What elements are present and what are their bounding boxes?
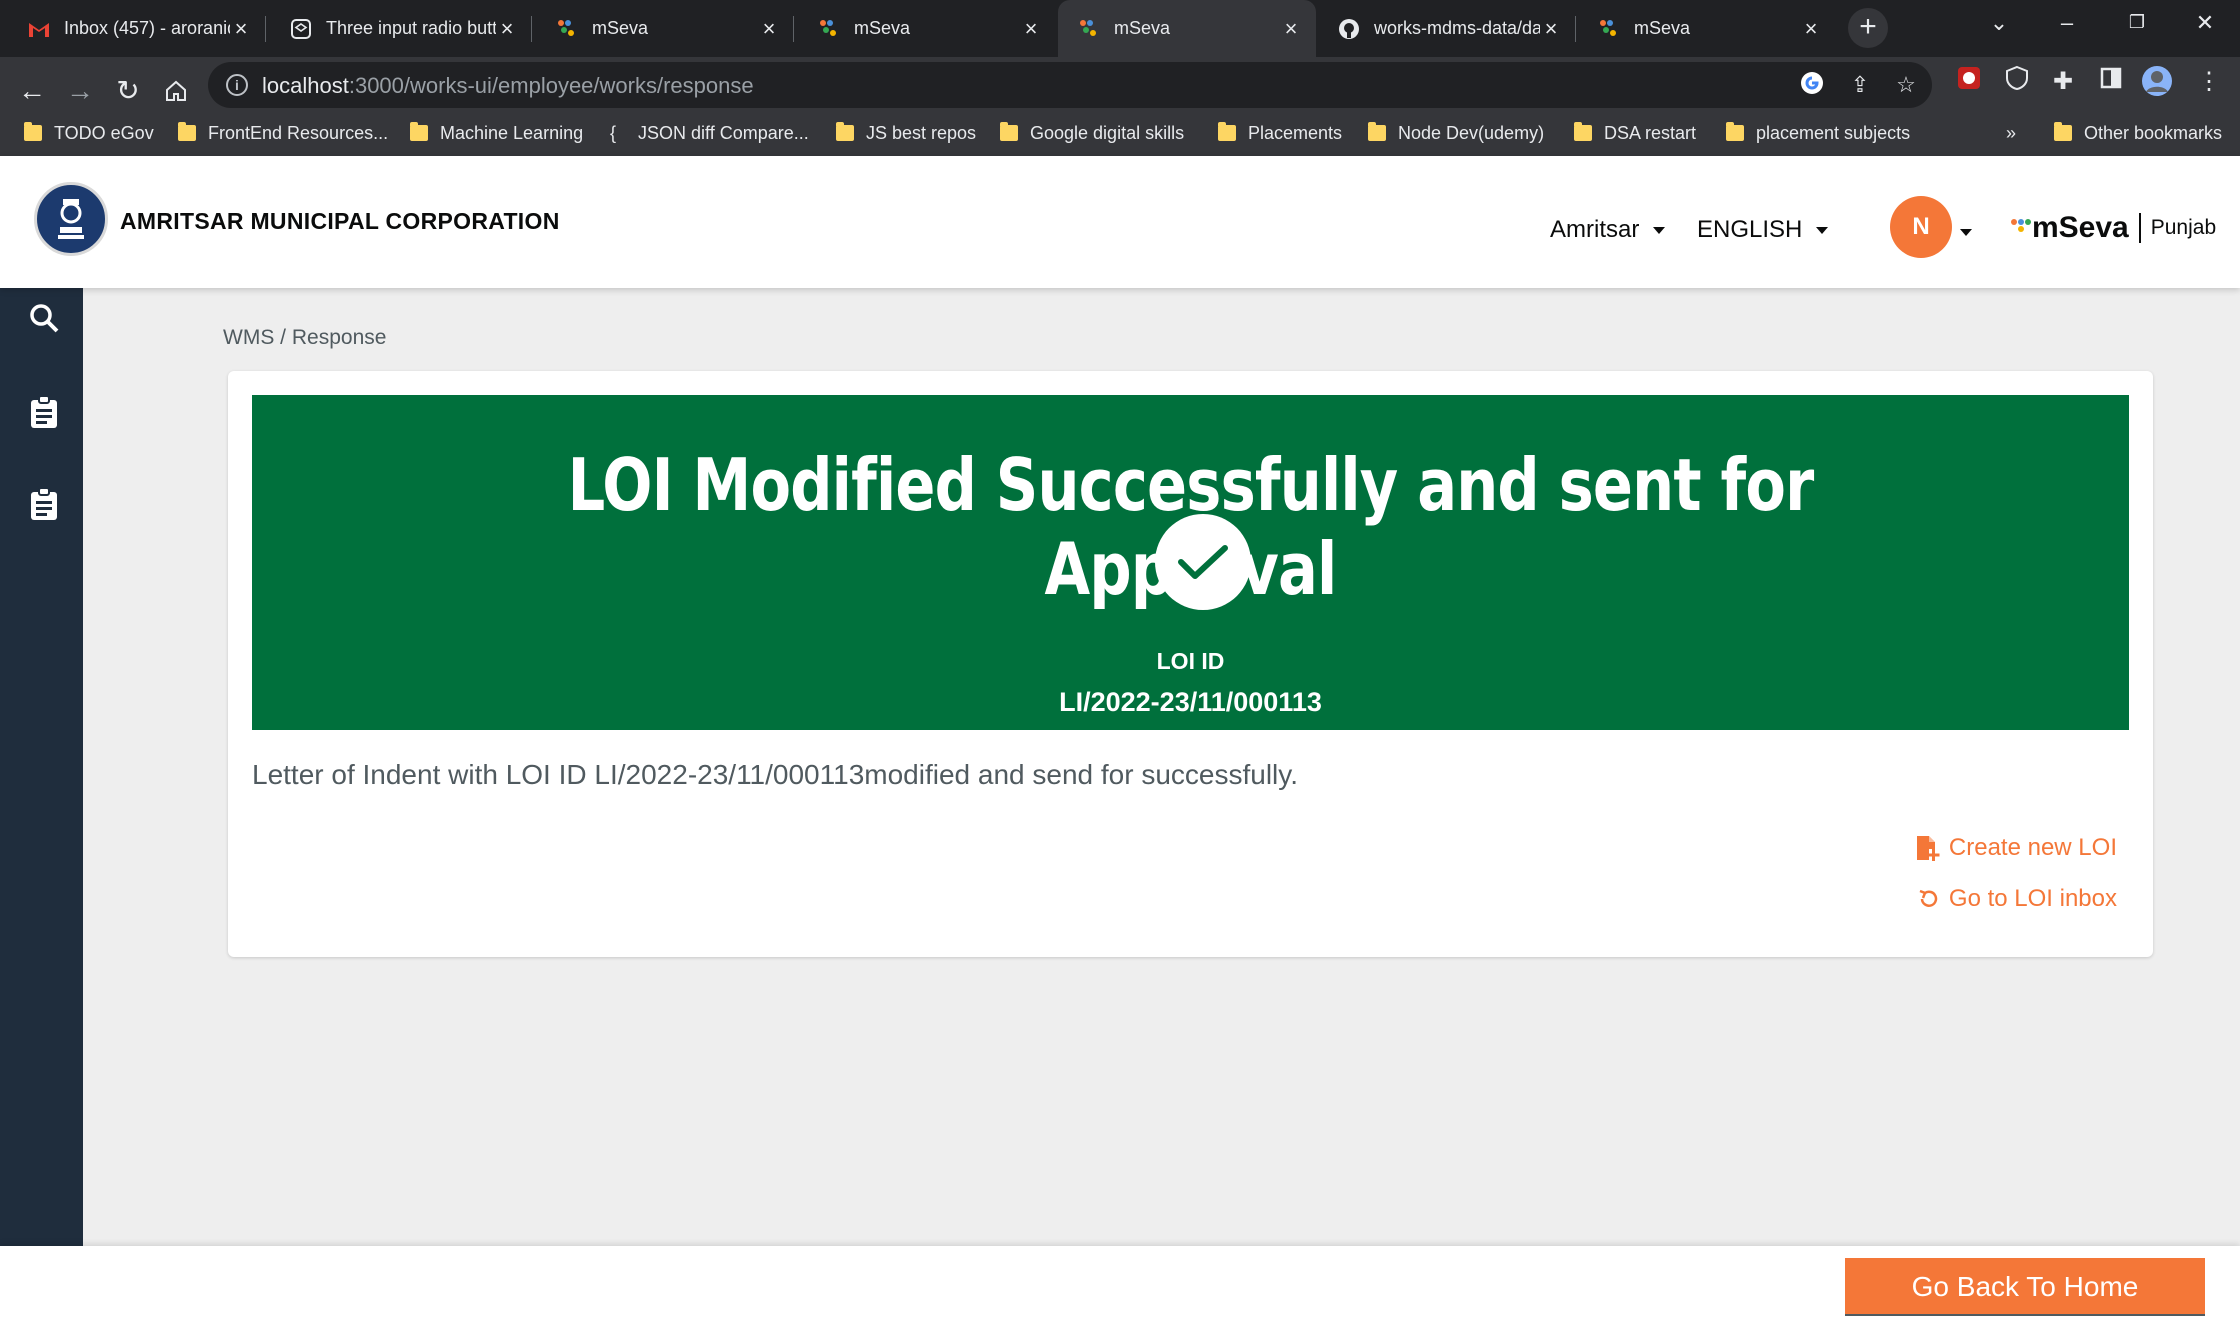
mseva-brand-logo: mSeva Punjab (2010, 211, 2216, 245)
puzzle-extensions-icon[interactable]: ✚ (2046, 65, 2080, 99)
folder-icon (1368, 122, 1386, 141)
folder-icon (1726, 122, 1744, 141)
success-banner: LOI Modified Successfully and sent for A… (252, 395, 2129, 730)
restore-icon[interactable]: ❐ (2112, 0, 2162, 45)
json-icon: { (610, 122, 617, 143)
codepen-icon (290, 18, 312, 40)
browser-tab[interactable]: Three input radio butt × (270, 0, 532, 57)
breadcrumb: WMS / Response (223, 326, 387, 349)
browser-menu-icon[interactable]: ⋮ (2192, 65, 2226, 99)
folder-icon (178, 122, 196, 141)
side-panel-icon[interactable] (2094, 65, 2128, 99)
go-back-home-button[interactable]: Go Back To Home (1845, 1258, 2205, 1316)
forward-icon[interactable]: → (60, 71, 100, 111)
mseva-icon (2011, 219, 2031, 232)
back-icon[interactable]: ← (12, 71, 52, 111)
mseva-icon (1078, 18, 1100, 40)
folder-icon (1000, 122, 1018, 141)
folder-icon (1574, 122, 1592, 141)
folder-icon (1218, 122, 1236, 141)
close-window-icon[interactable]: ✕ (2180, 0, 2230, 45)
other-bookmarks[interactable]: Other bookmarks (2054, 118, 2222, 148)
mseva-icon (818, 18, 840, 40)
city-dropdown[interactable]: Amritsar (1550, 216, 1666, 244)
bookmark-item[interactable]: placement subjects (1726, 118, 1910, 148)
new-tab-button[interactable]: + (1848, 8, 1888, 48)
create-new-loi-link[interactable]: Create new LOI (1915, 834, 2117, 862)
go-to-loi-inbox-link[interactable]: Go to LOI inbox (1917, 885, 2117, 913)
breadcrumb-current: Response (291, 326, 387, 349)
google-icon[interactable] (1798, 71, 1826, 99)
action-bar: Go Back To Home (0, 1246, 2240, 1328)
reload-icon[interactable]: ↻ (108, 71, 148, 111)
breadcrumb-wms-link[interactable]: WMS (223, 326, 274, 349)
close-tab-icon[interactable]: × (496, 16, 518, 42)
response-card: LOI Modified Successfully and sent for A… (228, 371, 2153, 957)
github-icon (1338, 18, 1360, 40)
loi-id-label: LOI ID (1156, 648, 1225, 674)
share-icon[interactable]: ⇪ (1846, 71, 1874, 99)
bookmarks-overflow-button[interactable]: » (2006, 118, 2016, 148)
minimize-icon[interactable]: – (2042, 0, 2092, 45)
folder-icon (836, 122, 854, 141)
close-tab-icon[interactable]: × (230, 16, 252, 42)
corporation-name: AMRITSAR MUNICIPAL CORPORATION (120, 208, 560, 234)
loi-id-value: LI/2022-23/11/000113 (1059, 687, 1322, 717)
caret-down-icon (1816, 226, 1829, 234)
bookmark-star-icon[interactable]: ☆ (1892, 71, 1920, 99)
caret-down-icon (1653, 226, 1666, 234)
app-header: AMRITSAR MUNICIPAL CORPORATION Amritsar … (0, 156, 2240, 288)
mseva-icon (1598, 18, 1620, 40)
browser-tab[interactable]: mSeva × (1578, 0, 1836, 57)
home-icon[interactable] (156, 71, 196, 111)
mseva-icon (556, 18, 578, 40)
user-avatar[interactable]: N (1890, 196, 1952, 258)
refresh-icon (1917, 887, 1941, 911)
bookmark-item[interactable]: Google digital skills (1000, 118, 1184, 148)
bookmark-item[interactable]: FrontEnd Resources... (178, 118, 388, 148)
close-tab-icon[interactable]: × (1280, 16, 1302, 42)
site-info-icon[interactable]: i (226, 74, 248, 96)
shield-extension-icon[interactable] (2000, 65, 2034, 99)
browser-tab-active[interactable]: mSeva × (1058, 0, 1316, 57)
folder-icon (2054, 122, 2072, 141)
browser-tab[interactable]: Inbox (457) - aroranid × (8, 0, 266, 57)
bookmark-item[interactable]: Node Dev(udemy) (1368, 118, 1544, 148)
extension-red-icon[interactable] (1952, 65, 1986, 99)
close-tab-icon[interactable]: × (1020, 16, 1042, 42)
state-emblem-logo (34, 182, 108, 256)
response-message: Letter of Indent with LOI ID LI/2022-23/… (252, 759, 1298, 790)
close-tab-icon[interactable]: × (1540, 16, 1562, 42)
bookmark-item[interactable]: DSA restart (1574, 118, 1696, 148)
bookmark-item[interactable]: {JSON diff Compare... (610, 118, 809, 148)
close-tab-icon[interactable]: × (758, 16, 780, 42)
bookmarks-bar: TODO eGov FrontEnd Resources... Machine … (0, 110, 2240, 156)
browser-tab[interactable]: works-mdms-data/da × (1318, 0, 1576, 57)
close-tab-icon[interactable]: × (1800, 16, 1822, 42)
gmail-icon (28, 18, 50, 40)
bookmark-item[interactable]: Placements (1218, 118, 1342, 148)
bookmark-item[interactable]: JS best repos (836, 118, 976, 148)
address-bar[interactable]: i localhost:3000/works-ui/employee/works… (208, 62, 1932, 108)
search-icon[interactable] (26, 300, 62, 336)
bookmark-item[interactable]: TODO eGov (24, 118, 154, 148)
sidebar (0, 288, 83, 1246)
bookmark-item[interactable]: Machine Learning (410, 118, 583, 148)
clipboard-icon[interactable] (26, 486, 62, 522)
url-text[interactable]: localhost:3000/works-ui/employee/works/r… (262, 73, 754, 99)
language-dropdown[interactable]: ENGLISH (1697, 216, 1829, 244)
profile-avatar-icon[interactable] (2140, 65, 2174, 99)
browser-tab[interactable]: mSeva × (536, 0, 794, 57)
folder-icon (410, 122, 428, 141)
check-icon (1155, 514, 1251, 610)
folder-icon (24, 122, 42, 141)
tab-search-icon[interactable]: ⌄ (1974, 0, 2024, 45)
clipboard-icon[interactable] (26, 394, 62, 430)
caret-down-icon[interactable] (1960, 229, 1972, 236)
browser-tab-strip: Inbox (457) - aroranid × Three input rad… (0, 0, 2240, 57)
browser-tab[interactable]: mSeva × (798, 0, 1056, 57)
add-document-icon (1915, 834, 1941, 862)
